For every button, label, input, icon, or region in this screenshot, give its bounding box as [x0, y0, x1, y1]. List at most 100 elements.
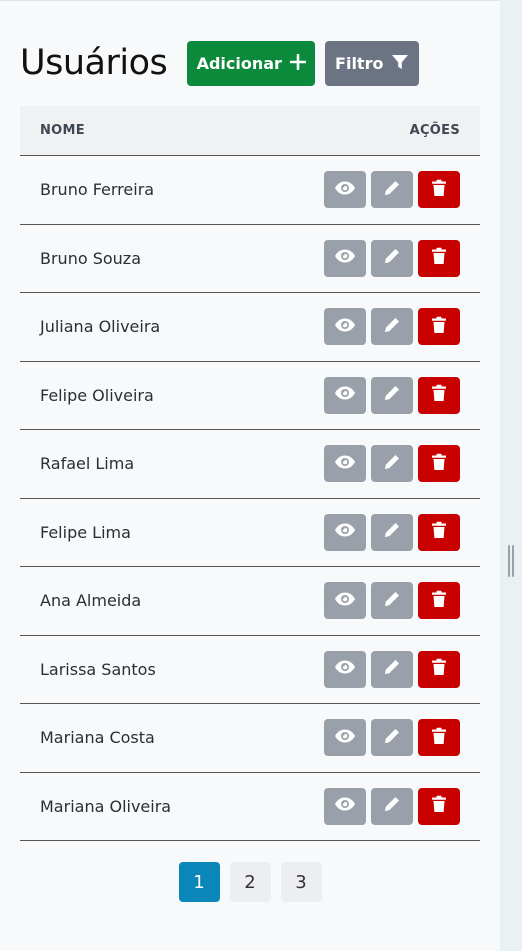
pencil-icon — [383, 658, 401, 680]
pencil-icon — [383, 453, 401, 475]
user-name: Mariana Oliveira — [40, 796, 172, 816]
edit-button[interactable] — [371, 308, 413, 346]
view-button[interactable] — [324, 239, 366, 277]
pencil-icon — [383, 316, 401, 338]
view-button[interactable] — [324, 445, 366, 483]
trash-icon — [431, 247, 447, 269]
view-button[interactable] — [324, 171, 366, 209]
trash-icon — [431, 658, 447, 680]
row-actions — [324, 719, 460, 757]
eye-icon — [334, 385, 356, 405]
delete-button[interactable] — [418, 787, 460, 825]
table-row: Mariana Costa — [20, 704, 480, 773]
view-button[interactable] — [324, 719, 366, 757]
page-button-3[interactable]: 3 — [280, 862, 322, 902]
eye-icon — [334, 522, 356, 542]
eye-icon — [334, 454, 356, 474]
view-button[interactable] — [324, 582, 366, 620]
view-button[interactable] — [324, 513, 366, 551]
trash-icon — [431, 590, 447, 612]
delete-button[interactable] — [418, 513, 460, 551]
table-row: Larissa Santos — [20, 636, 480, 704]
row-actions — [324, 376, 460, 414]
table-body: Bruno Ferreira Bruno Souza Juliana Oliveir… — [20, 156, 480, 841]
top-divider — [0, 0, 500, 1]
row-actions — [324, 171, 460, 209]
edit-button[interactable] — [371, 376, 413, 414]
page-button-2[interactable]: 2 — [229, 862, 271, 902]
user-name: Felipe Lima — [40, 522, 131, 542]
user-name: Bruno Souza — [40, 248, 141, 268]
edit-button[interactable] — [371, 582, 413, 620]
edit-button[interactable] — [371, 171, 413, 209]
edit-button[interactable] — [371, 513, 413, 551]
trash-icon — [431, 316, 447, 338]
side-panel — [500, 0, 522, 951]
edit-button[interactable] — [371, 445, 413, 483]
table-header: NOME AÇÕES — [20, 106, 480, 156]
table-row: Bruno Ferreira — [20, 156, 480, 225]
plus-icon — [289, 53, 307, 74]
pencil-icon — [383, 521, 401, 543]
delete-button[interactable] — [418, 719, 460, 757]
edit-button[interactable] — [371, 239, 413, 277]
user-name: Felipe Oliveira — [40, 385, 154, 405]
delete-button[interactable] — [418, 445, 460, 483]
delete-button[interactable] — [418, 582, 460, 620]
trash-icon — [431, 521, 447, 543]
row-actions — [324, 582, 460, 620]
row-actions — [324, 239, 460, 277]
pencil-icon — [383, 247, 401, 269]
trash-icon — [431, 384, 447, 406]
eye-icon — [334, 180, 356, 200]
delete-button[interactable] — [418, 171, 460, 209]
user-name: Juliana Oliveira — [40, 317, 161, 337]
row-actions — [324, 513, 460, 551]
pencil-icon — [383, 795, 401, 817]
delete-button[interactable] — [418, 308, 460, 346]
page-header: Usuários Adicionar Filtro — [20, 41, 480, 86]
filter-icon — [391, 54, 409, 74]
delete-button[interactable] — [418, 376, 460, 414]
edit-button[interactable] — [371, 787, 413, 825]
table-row: Felipe Oliveira — [20, 362, 480, 430]
trash-icon — [431, 453, 447, 475]
row-actions — [324, 445, 460, 483]
pagination: 123 — [20, 862, 480, 902]
page-button-1[interactable]: 1 — [178, 862, 220, 902]
pencil-icon — [383, 590, 401, 612]
user-name: Bruno Ferreira — [40, 180, 155, 200]
add-user-button[interactable]: Adicionar — [187, 41, 316, 86]
eye-icon — [334, 248, 356, 268]
view-button[interactable] — [324, 308, 366, 346]
eye-icon — [334, 317, 356, 337]
trash-icon — [431, 795, 447, 817]
edit-button[interactable] — [371, 650, 413, 688]
view-button[interactable] — [324, 787, 366, 825]
pencil-icon — [383, 179, 401, 201]
delete-button[interactable] — [418, 650, 460, 688]
eye-icon — [334, 591, 356, 611]
column-header-name: NOME — [40, 123, 85, 138]
pencil-icon — [383, 727, 401, 749]
user-name: Mariana Costa — [40, 728, 155, 748]
table-row: Ana Almeida — [20, 567, 480, 636]
add-button-label: Adicionar — [196, 54, 282, 73]
row-actions — [324, 787, 460, 825]
eye-icon — [334, 659, 356, 679]
view-button[interactable] — [324, 650, 366, 688]
eye-icon — [334, 728, 356, 748]
eye-icon — [334, 796, 356, 816]
edit-button[interactable] — [371, 719, 413, 757]
column-header-actions: AÇÕES — [409, 123, 460, 138]
delete-button[interactable] — [418, 239, 460, 277]
table-row: Juliana Oliveira — [20, 293, 480, 362]
filter-button[interactable]: Filtro — [325, 41, 420, 86]
pencil-icon — [383, 384, 401, 406]
row-actions — [324, 650, 460, 688]
trash-icon — [431, 727, 447, 749]
resize-handle[interactable] — [508, 545, 514, 577]
grip-line — [512, 545, 514, 577]
view-button[interactable] — [324, 376, 366, 414]
page-title: Usuários — [20, 43, 168, 83]
